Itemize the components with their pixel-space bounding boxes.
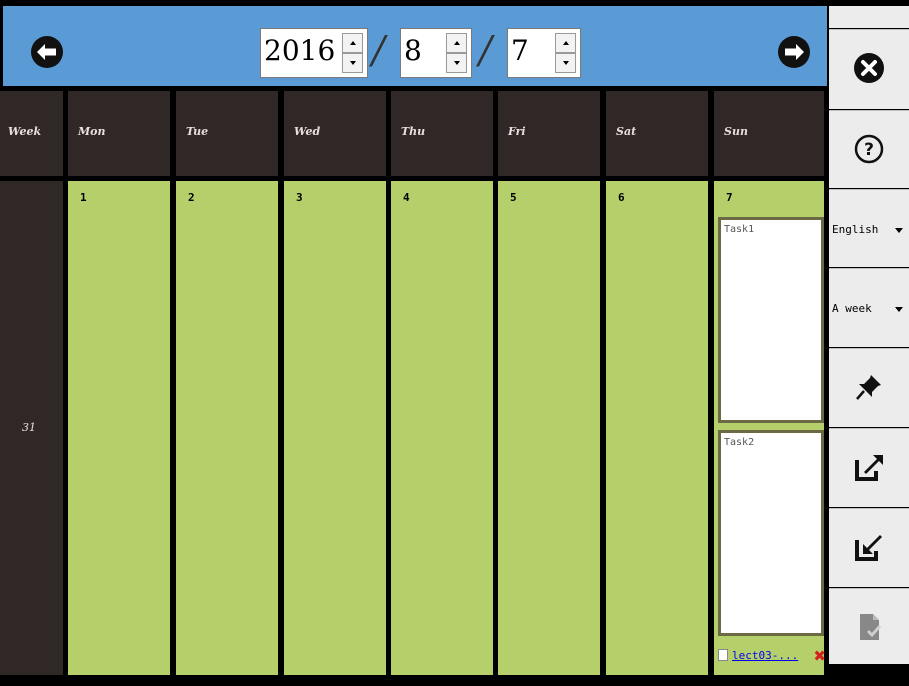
day-up-button[interactable]	[555, 33, 576, 53]
file-icon	[860, 614, 882, 640]
delete-icon[interactable]: ✖	[813, 647, 826, 665]
svg-text:?: ?	[864, 140, 874, 160]
month-spinner[interactable]: 8	[400, 28, 472, 78]
day-cell-sun[interactable]: 7 Task1 Task2 lect03-... ✖	[714, 181, 826, 675]
day-cell-mon[interactable]: 1	[68, 181, 170, 675]
task-card[interactable]: Task2	[718, 430, 824, 636]
next-week-button[interactable]	[776, 34, 812, 70]
date-navigation-bar: 2016 / 8 / 7	[3, 6, 827, 86]
day-cell-fri[interactable]: 5	[498, 181, 600, 675]
file-button[interactable]	[829, 588, 909, 664]
day-header-wed: Wed	[284, 91, 386, 176]
day-number: 2	[188, 191, 195, 204]
day-header-fri: Fri	[498, 91, 600, 176]
chevron-down-icon	[895, 307, 903, 312]
attachment: lect03-... ✖	[718, 645, 828, 667]
document-icon	[718, 649, 728, 661]
import-button[interactable]	[829, 508, 909, 587]
day-cell-sat[interactable]: 6	[606, 181, 708, 675]
day-spinner[interactable]: 7	[507, 28, 581, 78]
day-down-button[interactable]	[555, 53, 576, 73]
day-value: 7	[511, 34, 529, 67]
day-header-tue: Tue	[176, 91, 278, 176]
day-header-thu: Thu	[391, 91, 493, 176]
attachment-link[interactable]: lect03-...	[732, 649, 798, 662]
sidebar: ? English A week	[829, 6, 909, 674]
month-up-button[interactable]	[446, 33, 467, 53]
year-spinner[interactable]: 2016	[260, 28, 368, 78]
day-number: 3	[296, 191, 303, 204]
day-header-sat: Sat	[606, 91, 708, 176]
sidebar-top-strip	[829, 6, 909, 28]
month-down-button[interactable]	[446, 53, 467, 73]
year-down-button[interactable]	[342, 53, 363, 73]
day-number: 1	[80, 191, 87, 204]
help-icon: ?	[854, 134, 884, 164]
range-select[interactable]: A week	[829, 268, 909, 347]
task-card[interactable]: Task1	[718, 217, 824, 423]
week-column-header: Week	[0, 91, 63, 176]
year-value: 2016	[264, 34, 336, 67]
date-separator: /	[479, 28, 492, 72]
help-button[interactable]: ?	[829, 110, 909, 188]
export-icon	[855, 455, 883, 481]
export-button[interactable]	[829, 428, 909, 507]
language-value: English	[832, 223, 879, 236]
chevron-down-icon	[895, 228, 903, 233]
previous-week-button[interactable]	[29, 34, 65, 70]
language-select[interactable]: English	[829, 189, 909, 267]
day-header-sun: Sun	[714, 91, 824, 176]
import-icon	[855, 535, 882, 561]
day-number: 4	[403, 191, 410, 204]
week-number-cell: 31	[0, 181, 63, 675]
pin-icon	[856, 375, 881, 400]
arrow-right-icon	[778, 36, 810, 68]
week-number: 31	[22, 421, 36, 434]
day-cell-thu[interactable]: 4	[391, 181, 493, 675]
day-number: 6	[618, 191, 625, 204]
day-cell-wed[interactable]: 3	[284, 181, 386, 675]
date-separator: /	[372, 28, 385, 72]
day-number: 7	[726, 191, 733, 204]
day-number: 5	[510, 191, 517, 204]
close-icon	[854, 53, 884, 83]
day-header-mon: Mon	[68, 91, 170, 176]
year-up-button[interactable]	[342, 33, 363, 53]
arrow-left-icon	[31, 36, 63, 68]
day-cell-tue[interactable]: 2	[176, 181, 278, 675]
pin-button[interactable]	[829, 348, 909, 427]
range-value: A week	[832, 302, 872, 315]
month-value: 8	[404, 34, 422, 67]
close-button[interactable]	[829, 29, 909, 109]
